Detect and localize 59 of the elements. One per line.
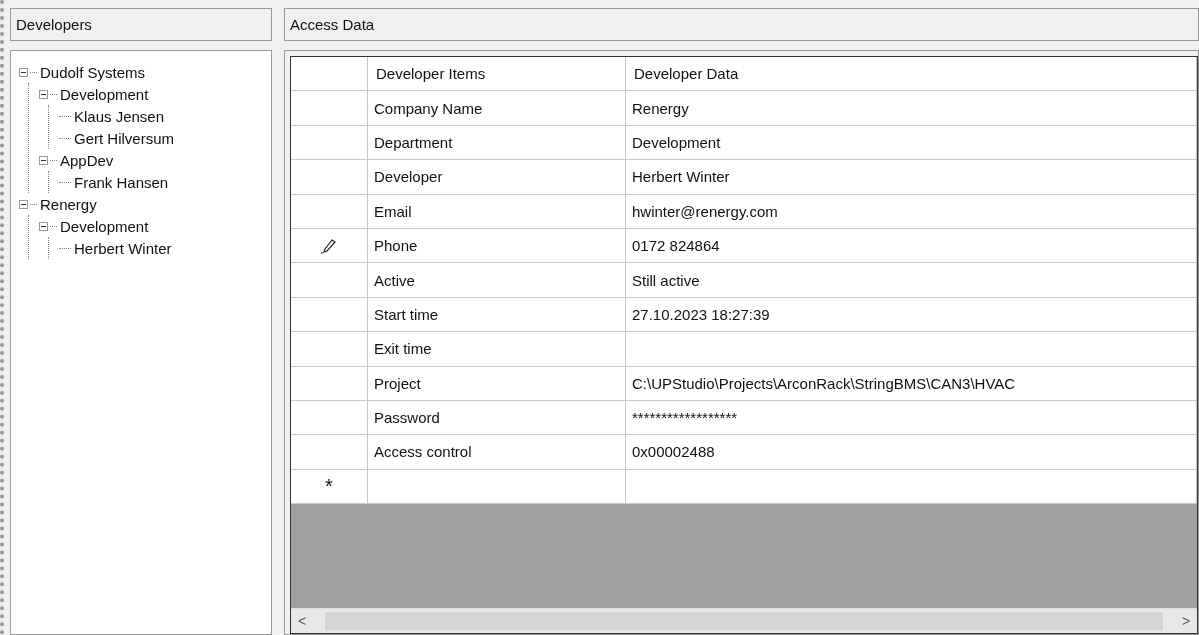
table-cell[interactable]: Still active (626, 263, 1197, 298)
table-cell[interactable]: Renergy (626, 91, 1197, 126)
row-header-cell[interactable]: * (291, 469, 368, 505)
table-cell[interactable]: Phone (368, 228, 626, 264)
table-cell[interactable]: Active (368, 263, 626, 298)
table-cell[interactable] (626, 469, 1197, 505)
table-cell[interactable]: C:\UPStudio\Projects\ArconRack\StringBMS\CAN3\HVAC (626, 366, 1197, 401)
tree-item[interactable]: Development (60, 217, 149, 235)
collapse-icon[interactable] (19, 199, 28, 209)
table-cell[interactable]: Department (368, 125, 626, 161)
row-header-cell[interactable] (291, 228, 368, 264)
table-cell[interactable]: Herbert Winter (626, 160, 1197, 195)
new-row-marker: * (325, 474, 333, 498)
row-header-cell[interactable] (291, 435, 368, 470)
row-header-cell[interactable] (291, 400, 368, 436)
table-cell[interactable] (368, 469, 626, 505)
table-cell[interactable]: Password (368, 400, 626, 436)
pencil-icon (321, 237, 337, 254)
row-header-cell[interactable] (291, 332, 368, 367)
collapse-icon[interactable] (39, 89, 48, 99)
row-header-cell[interactable] (291, 263, 368, 298)
row-header-cell[interactable] (291, 125, 368, 161)
table-cell[interactable]: Company Name (368, 91, 626, 126)
horizontal-scrollbar[interactable]: < > (291, 608, 1197, 633)
table-cell[interactable]: Developer (368, 160, 626, 195)
table-cell[interactable]: Exit time (368, 332, 626, 367)
scroll-right-button[interactable]: > (1175, 613, 1197, 629)
row-header-cell[interactable] (291, 366, 368, 401)
table-cell[interactable]: Project (368, 366, 626, 401)
table-cell[interactable] (626, 332, 1197, 367)
collapse-icon[interactable] (19, 67, 28, 77)
row-header-cell[interactable] (291, 160, 368, 195)
row-header-cell[interactable] (291, 297, 368, 333)
table-cell[interactable]: Start time (368, 297, 626, 333)
row-header-cell[interactable] (291, 91, 368, 126)
scroll-left-button[interactable]: < (291, 613, 313, 629)
panel-title: Access Data (284, 8, 1199, 41)
table-cell[interactable]: 0172 824864 (626, 228, 1197, 264)
tree-item[interactable]: Frank Hansen (74, 173, 169, 191)
table-cell[interactable]: 0x00002488 (626, 435, 1197, 470)
tree-item[interactable]: Renergy (40, 195, 97, 213)
table-cell[interactable]: Email (368, 194, 626, 229)
row-header-cell[interactable] (291, 194, 368, 229)
table-cell[interactable]: Access control (368, 435, 626, 470)
tree-item[interactable]: Development (60, 85, 149, 103)
tree-item[interactable]: Herbert Winter (74, 239, 172, 257)
column-header[interactable]: Developer Items (368, 57, 626, 92)
collapse-icon[interactable] (39, 221, 48, 231)
table-cell[interactable]: hwinter@renergy.com (626, 194, 1197, 229)
tree-item[interactable]: Gert Hilversum (74, 129, 174, 147)
table-cell[interactable]: Development (626, 125, 1197, 161)
table-cell[interactable]: 27.10.2023 18:27:39 (626, 297, 1197, 333)
table-cell[interactable]: ****************** (626, 400, 1197, 436)
panel-title: Developers (10, 8, 272, 41)
column-header[interactable]: Developer Data (626, 57, 1197, 92)
tree-item[interactable]: AppDev (60, 151, 114, 169)
collapse-icon[interactable] (39, 155, 48, 165)
tree-item[interactable]: Klaus Jensen (74, 107, 165, 125)
tree-item[interactable]: Dudolf Systems (40, 63, 146, 81)
